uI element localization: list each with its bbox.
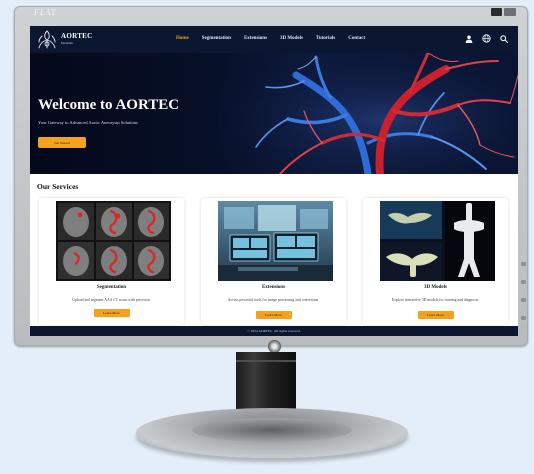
main-nav: Home Segmentation Extensions 3D Models T… — [176, 36, 365, 41]
monitor-side-buttons — [521, 262, 526, 320]
site-logo-title[interactable]: AORTEC — [61, 32, 93, 40]
service-card-title: Segmentation — [96, 285, 127, 290]
monitor-side-button[interactable] — [521, 316, 526, 320]
hero-subtitle: Your Gateway to Advanced Aortic Aneurysm… — [38, 120, 138, 125]
globe-icon[interactable] — [482, 34, 491, 43]
get-started-button[interactable]: Get Started — [38, 137, 86, 148]
nav-link-segmentation[interactable]: Segmentation — [202, 36, 231, 41]
service-card-title: 3D Models — [424, 285, 447, 290]
monitor-badge-light — [504, 8, 516, 16]
monitor-brand-label: FLAT — [34, 8, 57, 17]
nav-icon-group — [465, 34, 508, 43]
monitor-side-button[interactable] — [521, 262, 526, 266]
nav-link-3d-models[interactable]: 3D Models — [280, 36, 303, 41]
hero-vessel-illustration — [218, 53, 518, 174]
service-card-3d-models: 3D Models Explore interactive 3D models … — [363, 198, 508, 325]
monitor-side-button[interactable] — [521, 280, 526, 284]
service-card-title: Extensions — [261, 285, 286, 290]
service-card-description: Access powerful tools for image processi… — [227, 298, 320, 302]
monitor-screen: AORTEC Medicals Home Segmentation Extens… — [30, 26, 518, 336]
extensions-workstation-image — [218, 201, 333, 281]
monitor-side-button[interactable] — [521, 298, 526, 302]
site-logo-subtitle: Medicals — [61, 41, 73, 45]
user-icon[interactable] — [465, 35, 473, 43]
aortec-logo-icon[interactable] — [36, 29, 58, 50]
learn-more-button[interactable]: Learn More — [93, 309, 130, 317]
segmentation-ct-image — [56, 201, 171, 281]
3d-models-image — [380, 201, 495, 281]
nav-link-tutorials[interactable]: Tutorials — [316, 36, 335, 41]
nav-link-contact[interactable]: Contact — [348, 36, 365, 41]
service-card-description: Explore interactive 3D models for traini… — [391, 298, 480, 302]
service-card-description: Upload and segment AAA CT scans with pre… — [72, 298, 151, 302]
monitor-badge-dark — [491, 8, 502, 16]
hero-title: Welcome to AORTEC — [38, 97, 180, 113]
site-footer: © 2024 AORTEC. All rights reserved. — [30, 326, 518, 336]
search-icon[interactable] — [500, 34, 508, 43]
monitor-power-button[interactable] — [269, 341, 280, 352]
service-card-extensions: Extensions Access powerful tools for ima… — [201, 198, 346, 325]
learn-more-button[interactable]: Learn More — [417, 311, 454, 319]
services-section: Our Services Segmentation Upload and seg… — [30, 174, 518, 326]
learn-more-button[interactable]: Learn More — [255, 311, 292, 319]
service-card-segmentation: Segmentation Upload and segment AAA CT s… — [39, 198, 184, 325]
nav-link-extensions[interactable]: Extensions — [244, 36, 267, 41]
services-heading: Our Services — [37, 182, 79, 191]
hero-banner: Welcome to AORTEC Your Gateway to Advanc… — [30, 53, 518, 174]
monitor-stand-base — [136, 408, 408, 458]
site-navbar: AORTEC Medicals Home Segmentation Extens… — [30, 26, 518, 53]
nav-link-home[interactable]: Home — [176, 36, 189, 41]
monitor-badges — [491, 8, 516, 16]
